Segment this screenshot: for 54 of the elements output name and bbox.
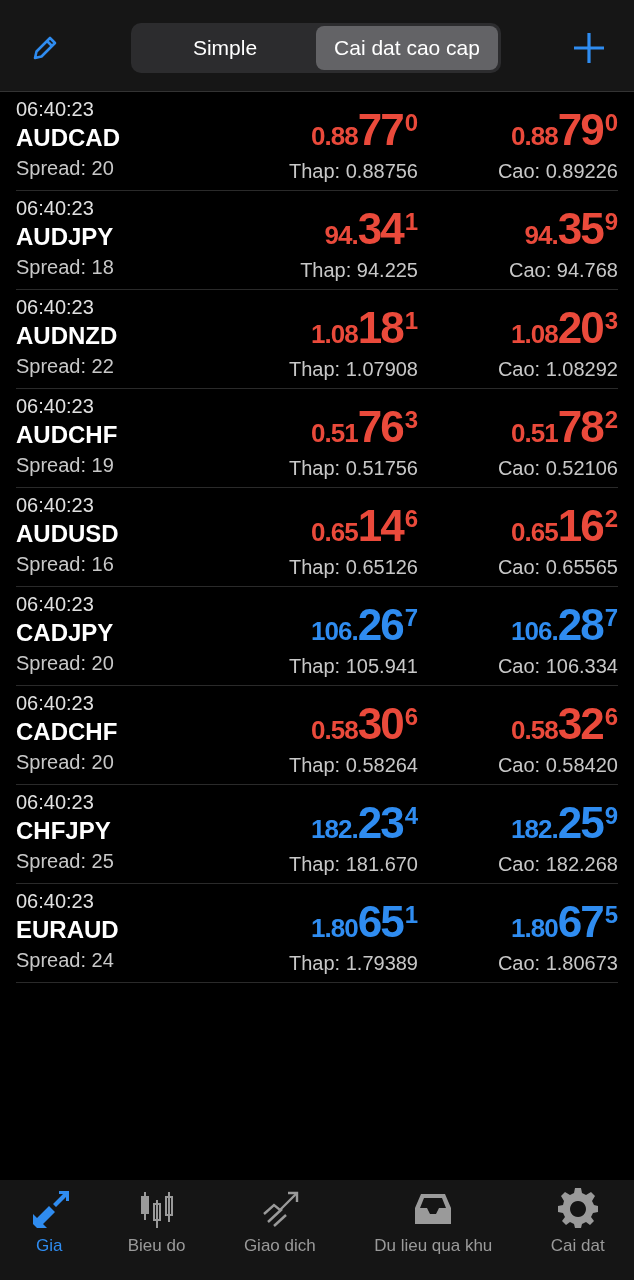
high-price: Cao: 1.80673: [497, 951, 618, 976]
tab-bar-item[interactable]: Bieu do: [125, 1188, 188, 1280]
tab-bar-item[interactable]: Du lieu qua khu: [372, 1188, 495, 1280]
quote-time: 06:40:23: [16, 295, 95, 319]
high-price: Cao: 0.58420: [497, 753, 618, 778]
low-price: Thap: 94.225: [300, 258, 418, 283]
high-price: Cao: 182.268: [497, 852, 618, 877]
symbol-name[interactable]: CADCHF: [16, 715, 218, 749]
spread-text: Spread: 20: [16, 651, 115, 676]
low-price: Thap: 105.941: [289, 654, 418, 679]
spread-text: Spread: 18: [16, 255, 115, 280]
tab-bar-item[interactable]: Giao dich: [241, 1188, 318, 1280]
high-price: Cao: 0.52106: [497, 456, 618, 481]
symbol-name[interactable]: CHFJPY: [16, 814, 218, 848]
settings-icon: [557, 1188, 598, 1230]
spread-text: Spread: 20: [16, 156, 115, 181]
low-price: Thap: 0.88756: [289, 159, 418, 184]
high-price: Cao: 106.334: [497, 654, 618, 679]
high-price: Cao: 0.65565: [497, 555, 618, 580]
add-icon[interactable]: [572, 30, 606, 65]
quote-time: 06:40:23: [16, 691, 95, 715]
quote-time: 06:40:23: [16, 97, 95, 121]
spread-text: Spread: 24: [16, 948, 115, 973]
tab-bar-item[interactable]: Cai dat: [548, 1188, 607, 1280]
high-price: Cao: 0.89226: [497, 159, 618, 184]
quote-time: 06:40:23: [16, 592, 95, 616]
symbol-name[interactable]: AUDJPY: [16, 220, 218, 254]
low-price: Thap: 0.58264: [289, 753, 418, 778]
quote-time: 06:40:23: [16, 394, 95, 418]
segment-tab[interactable]: Simple: [134, 25, 316, 70]
symbol-name[interactable]: AUDCHF: [16, 418, 218, 452]
high-price: Cao: 94.768: [509, 258, 618, 283]
spread-text: Spread: 22: [16, 354, 115, 379]
spread-text: Spread: 19: [16, 453, 115, 478]
symbol-name[interactable]: EURAUD: [16, 913, 218, 947]
low-price: Thap: 1.07908: [289, 357, 418, 382]
symbol-name[interactable]: AUDNZD: [16, 319, 218, 353]
quote-time: 06:40:23: [16, 889, 95, 913]
low-price: Thap: 181.670: [289, 852, 418, 877]
low-price: Thap: 0.51756: [289, 456, 418, 481]
symbol-name[interactable]: AUDCAD: [16, 121, 218, 155]
segment-tab[interactable]: Cai dat cao cap: [316, 25, 498, 70]
symbol-name[interactable]: AUDUSD: [16, 517, 218, 551]
quote-time: 06:40:23: [16, 196, 95, 220]
quote-time: 06:40:23: [16, 790, 95, 814]
spread-text: Spread: 16: [16, 552, 115, 577]
quote-time: 06:40:23: [16, 493, 95, 517]
symbol-name[interactable]: CADJPY: [16, 616, 218, 650]
spread-text: Spread: 25: [16, 849, 115, 874]
tab-bar-item[interactable]: Gia: [27, 1188, 72, 1280]
high-price: Cao: 1.08292: [497, 357, 618, 382]
low-price: Thap: 1.79389: [289, 951, 418, 976]
spread-text: Spread: 20: [16, 750, 115, 775]
low-price: Thap: 0.65126: [289, 555, 418, 580]
